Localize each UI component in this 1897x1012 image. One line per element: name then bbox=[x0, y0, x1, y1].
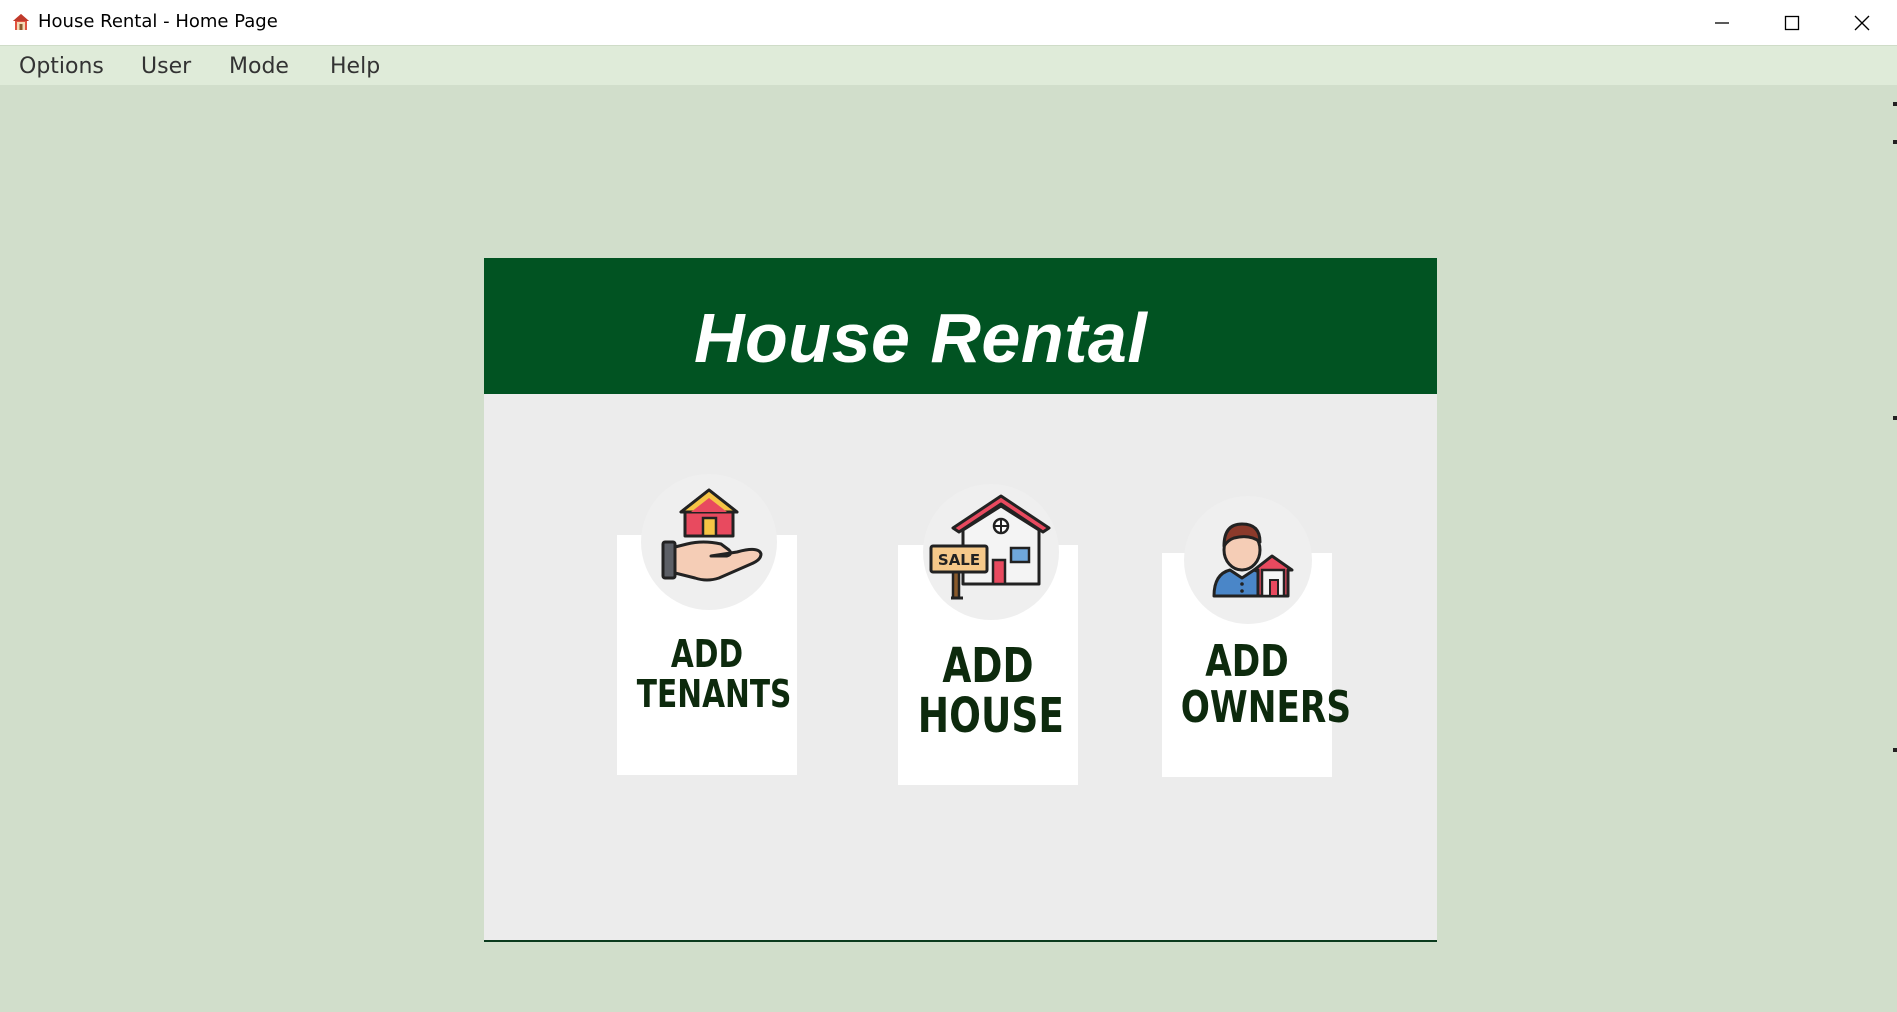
menu-help[interactable]: Help bbox=[330, 52, 380, 81]
edge-mark bbox=[1893, 140, 1897, 144]
close-icon bbox=[1854, 15, 1870, 30]
home-panel: House Rental ADD TENANTS ADD HOUSE SALE … bbox=[484, 258, 1437, 942]
panel-header: House Rental bbox=[484, 258, 1437, 394]
minimize-button[interactable] bbox=[1687, 0, 1757, 45]
menu-user[interactable]: User bbox=[141, 52, 191, 81]
menu-options[interactable]: Options bbox=[19, 52, 104, 81]
close-button[interactable] bbox=[1827, 0, 1897, 45]
house-in-hand-icon bbox=[661, 488, 763, 582]
owner-with-house-icon bbox=[1212, 522, 1294, 598]
window-title: House Rental - Home Page bbox=[38, 11, 278, 32]
add-house-icon-circle[interactable]: SALE bbox=[923, 484, 1059, 620]
edge-mark bbox=[1893, 748, 1897, 752]
edge-mark bbox=[1893, 102, 1897, 106]
maximize-icon bbox=[1784, 15, 1800, 30]
add-tenants-icon-circle[interactable] bbox=[641, 474, 777, 610]
maximize-button[interactable] bbox=[1757, 0, 1827, 45]
add-house-label: ADD HOUSE bbox=[917, 638, 1064, 745]
house-for-sale-icon: SALE bbox=[929, 494, 1051, 600]
app-window: House Rental - Home Page Options User Mo… bbox=[0, 0, 1897, 1012]
menu-mode[interactable]: Mode bbox=[229, 52, 289, 81]
add-owners-label: ADD OWNERS bbox=[1180, 636, 1352, 734]
svg-text:SALE: SALE bbox=[938, 551, 980, 569]
minimize-icon bbox=[1715, 21, 1729, 24]
house-icon bbox=[13, 14, 29, 30]
add-owners-icon-circle[interactable] bbox=[1184, 496, 1312, 624]
page-title: House Rental bbox=[694, 299, 1148, 377]
edge-mark bbox=[1893, 416, 1897, 420]
title-bar: House Rental - Home Page bbox=[0, 0, 1897, 45]
add-tenants-label: ADD TENANTS bbox=[636, 632, 792, 716]
menu-bar: Options User Mode Help bbox=[0, 45, 1897, 85]
